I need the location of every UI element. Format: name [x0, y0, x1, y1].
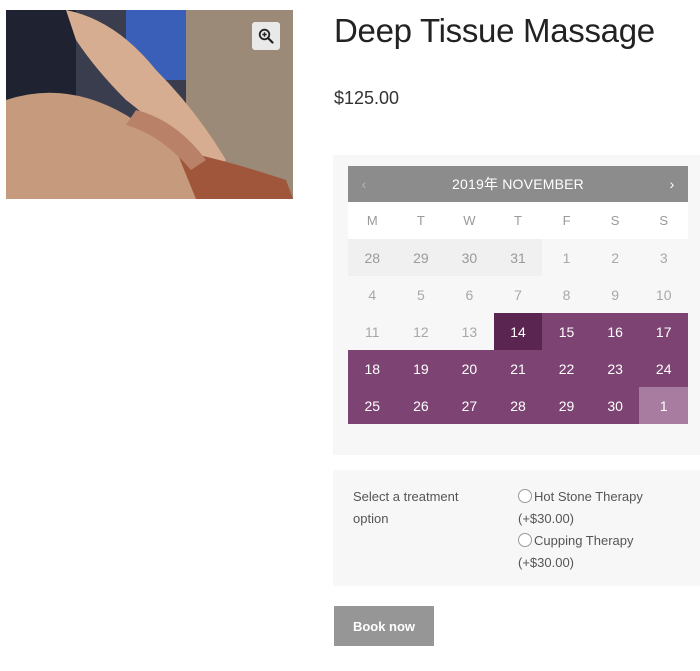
calendar-day: 9 — [590, 276, 640, 313]
option-price: (+$30.00) — [518, 555, 575, 570]
calendar-day[interactable]: 30 — [590, 387, 640, 424]
zoom-in-icon — [258, 28, 274, 44]
calendar-day[interactable]: 15 — [542, 313, 591, 350]
weekday-label: S — [639, 202, 688, 239]
product-image[interactable] — [6, 10, 293, 199]
calendar-day: 11 — [348, 313, 397, 350]
treatment-options-label: Select a treatment option — [353, 489, 459, 526]
calendar-day[interactable]: 18 — [348, 350, 397, 387]
radio-button[interactable] — [518, 533, 532, 547]
previous-month-button[interactable]: ‹ — [348, 176, 380, 192]
calendar-day[interactable]: 17 — [639, 313, 688, 350]
calendar-month-title: 2019年 NOVEMBER — [452, 176, 584, 192]
calendar-day: 6 — [445, 276, 494, 313]
treatment-options-panel: Select a treatment option Hot Stone Ther… — [333, 470, 700, 586]
calendar-day: 8 — [542, 276, 591, 313]
book-now-button[interactable]: Book now — [334, 606, 434, 646]
calendar-day[interactable]: 22 — [542, 350, 591, 387]
calendar-day: 10 — [639, 276, 688, 313]
option-name: Cupping Therapy — [534, 533, 634, 548]
option-cupping-therapy[interactable]: Cupping Therapy (+$30.00) — [518, 530, 693, 574]
calendar-day: 1 — [639, 387, 688, 424]
option-name: Hot Stone Therapy — [534, 489, 643, 504]
weekday-label: T — [396, 202, 446, 239]
weekday-label: W — [445, 202, 494, 239]
booking-calendar-panel: ‹ 2019年 NOVEMBER › MTWTFSS 28 29 30 31 1 2 3 4 5… — [333, 155, 700, 455]
weekday-label: S — [590, 202, 640, 239]
calendar-day: 1 — [542, 239, 591, 276]
calendar-day[interactable]: 24 — [639, 350, 688, 387]
zoom-button[interactable] — [252, 22, 280, 50]
calendar-day[interactable]: 27 — [445, 387, 494, 424]
calendar-day[interactable]: 28 — [493, 387, 543, 424]
calendar-day: 29 — [396, 239, 446, 276]
option-price: (+$30.00) — [518, 511, 575, 526]
massage-hands-photo — [6, 10, 293, 199]
calendar-day: 12 — [396, 313, 446, 350]
calendar-day[interactable]: 26 — [396, 387, 446, 424]
calendar-day: 4 — [348, 276, 397, 313]
weekday-label: M — [348, 202, 397, 239]
calendar-day[interactable]: 19 — [396, 350, 446, 387]
calendar-day[interactable]: 25 — [348, 387, 397, 424]
product-title: Deep Tissue Massage — [334, 12, 655, 49]
calendar-day: 7 — [493, 276, 543, 313]
product-price: $125.00 — [334, 88, 400, 108]
calendar-day-selected[interactable]: 14 — [493, 313, 543, 350]
calendar-header: ‹ 2019年 NOVEMBER › — [348, 166, 688, 202]
next-month-button[interactable]: › — [656, 176, 688, 192]
calendar-day: 2 — [590, 239, 640, 276]
weekday-label: F — [542, 202, 591, 239]
calendar-day[interactable]: 29 — [542, 387, 591, 424]
calendar-day: 30 — [445, 239, 494, 276]
calendar-day: 5 — [396, 276, 446, 313]
calendar-days: 28 29 30 31 1 2 3 4 5 6 7 8 9 10 11 12 13 14 15 16 17 18 19 20 2… — [348, 239, 688, 424]
calendar-day[interactable]: 20 — [445, 350, 494, 387]
calendar-day: 3 — [639, 239, 688, 276]
calendar-day[interactable]: 23 — [590, 350, 640, 387]
calendar-day[interactable]: 21 — [493, 350, 543, 387]
booking-calendar: ‹ 2019年 NOVEMBER › MTWTFSS 28 29 30 31 1 2 3 4 5… — [348, 166, 688, 424]
calendar-day: 31 — [493, 239, 543, 276]
option-hot-stone-therapy[interactable]: Hot Stone Therapy (+$30.00) — [518, 486, 693, 530]
calendar-day: 13 — [445, 313, 494, 350]
calendar-weekdays: MTWTFSS — [348, 202, 688, 239]
calendar-day[interactable]: 16 — [590, 313, 640, 350]
calendar-day: 28 — [348, 239, 397, 276]
weekday-label: T — [493, 202, 543, 239]
radio-button[interactable] — [518, 489, 532, 503]
